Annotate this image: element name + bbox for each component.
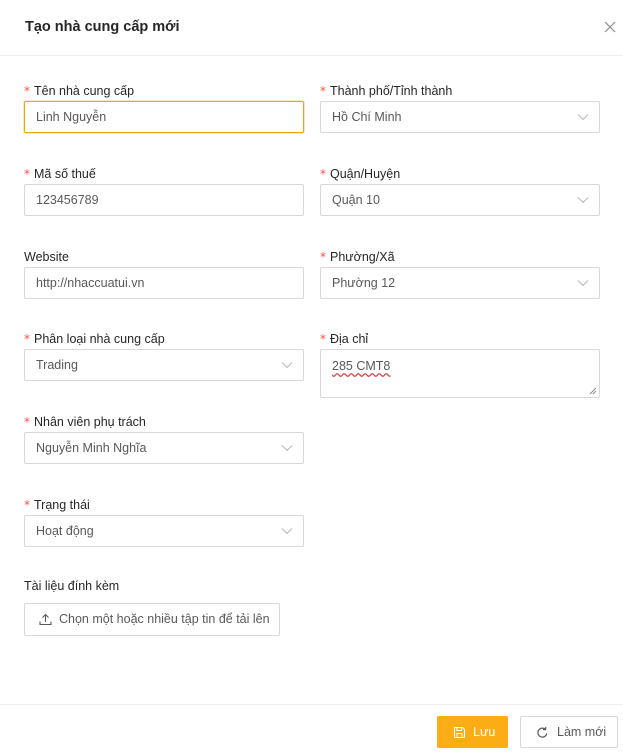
reload-icon [537,726,548,738]
reset-button[interactable]: Làm mới [520,716,618,748]
staff-in-charge-field: * Nhân viên phụ trách Nguyễn Minh Nghĩa [24,415,304,464]
modal-header: Tạo nhà cung cấp mới [0,0,623,56]
required-mark: * [24,84,30,98]
create-supplier-modal: Tạo nhà cung cấp mới * Tên nhà cung cấp L… [0,0,623,754]
website-label: Website [24,250,304,266]
city-select[interactable]: Hồ Chí Minh [320,101,600,133]
district-field: * Quận/Huyện Quận 10 [320,167,600,216]
supplier-type-field: * Phân loại nhà cung cấp Trading [24,332,304,381]
chevron-down-icon [281,445,293,452]
staff-in-charge-label-text: Nhân viên phụ trách [34,415,146,429]
address-value: 285 CMT8 [332,359,391,373]
required-mark: * [320,167,326,181]
ward-label: * Phường/Xã [320,250,600,266]
supplier-name-input[interactable]: Linh Nguyễn [24,101,304,133]
city-value: Hồ Chí Minh [332,110,402,124]
tax-code-field: * Mã số thuế 123456789 [24,167,304,216]
required-mark: * [320,250,326,264]
address-label: * Địa chỉ [320,332,600,348]
status-select[interactable]: Hoạt động [24,515,304,547]
staff-in-charge-label: * Nhân viên phụ trách [24,415,304,431]
save-button-label: Lưu [473,725,496,739]
reset-button-label: Làm mới [557,725,607,739]
status-field: * Trạng thái Hoạt động [24,498,304,547]
address-field: * Địa chỉ 285 CMT8 [320,332,600,398]
website-field: Website http://nhaccuatui.vn [24,250,304,299]
required-mark: * [320,84,326,98]
district-label: * Quận/Huyện [320,167,600,183]
tax-code-label: * Mã số thuế [24,167,304,183]
ward-label-text: Phường/Xã [330,250,395,264]
modal-title: Tạo nhà cung cấp mới [25,19,180,35]
chevron-down-icon [281,528,293,535]
tax-code-label-text: Mã số thuế [34,167,96,181]
supplier-name-label-text: Tên nhà cung cấp [34,84,135,98]
district-select[interactable]: Quận 10 [320,184,600,216]
supplier-type-value: Trading [36,358,78,372]
ward-value: Phường 12 [332,276,396,290]
chevron-down-icon [577,280,589,287]
chevron-down-icon [577,114,589,121]
required-mark: * [24,332,30,346]
required-mark: * [24,415,30,429]
supplier-name-field: * Tên nhà cung cấp Linh Nguyễn [24,84,304,133]
save-icon [453,726,466,739]
ward-select[interactable]: Phường 12 [320,267,600,299]
staff-in-charge-select[interactable]: Nguyễn Minh Nghĩa [24,432,304,464]
ward-field: * Phường/Xã Phường 12 [320,250,600,299]
upload-files-button[interactable]: Chọn một hoặc nhiều tập tin để tải lên [24,603,280,636]
tax-code-input[interactable]: 123456789 [24,184,304,216]
required-mark: * [24,167,30,181]
save-button[interactable]: Lưu [437,716,508,748]
district-value: Quận 10 [332,193,380,207]
supplier-type-label: * Phân loại nhà cung cấp [24,332,304,348]
website-input[interactable]: http://nhaccuatui.vn [24,267,304,299]
supplier-type-label-text: Phân loại nhà cung cấp [34,332,165,346]
upload-files-button-label: Chọn một hoặc nhiều tập tin để tải lên [59,612,270,626]
status-value: Hoạt động [36,524,94,538]
attachments-label: Tài liệu đính kèm [24,579,120,593]
chevron-down-icon [577,197,589,204]
required-mark: * [24,498,30,512]
upload-icon [39,613,52,626]
required-mark: * [320,332,326,346]
city-field: * Thành phố/Tỉnh thành Hồ Chí Minh [320,84,600,133]
chevron-down-icon [281,362,293,369]
status-label-text: Trạng thái [34,498,90,512]
supplier-type-select[interactable]: Trading [24,349,304,381]
address-label-text: Địa chỉ [330,332,369,346]
address-textarea[interactable]: 285 CMT8 [320,349,600,398]
supplier-name-label: * Tên nhà cung cấp [24,84,304,100]
close-icon[interactable] [603,20,617,34]
city-label-text: Thành phố/Tỉnh thành [330,84,453,98]
district-label-text: Quận/Huyện [330,167,401,181]
resize-handle-icon[interactable] [589,387,597,395]
website-label-text: Website [24,250,69,264]
staff-in-charge-value: Nguyễn Minh Nghĩa [36,441,147,455]
status-label: * Trạng thái [24,498,304,514]
city-label: * Thành phố/Tỉnh thành [320,84,600,100]
